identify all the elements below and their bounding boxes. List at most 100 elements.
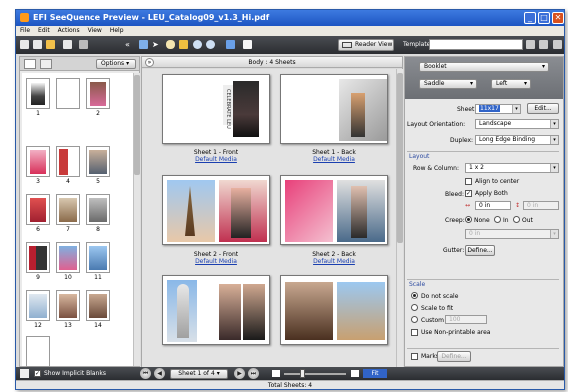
zoom-in-icon[interactable] <box>351 370 359 377</box>
last-page-icon[interactable]: ⏭ <box>248 368 259 379</box>
thumbnail-number: 10 <box>64 274 72 281</box>
maximize-button[interactable]: □ <box>538 12 550 24</box>
thumbnail-5[interactable] <box>86 146 110 177</box>
binding-dropdown[interactable]: Saddle <box>419 79 477 89</box>
media-link[interactable]: Default Media <box>161 258 271 265</box>
custom-scale-input[interactable]: 100 <box>445 315 487 324</box>
thumbnail-1[interactable] <box>26 78 50 109</box>
thumbnail-11[interactable] <box>86 242 110 273</box>
grid-view-icon[interactable] <box>24 59 36 69</box>
scroll-thumb[interactable] <box>397 73 403 243</box>
scroll-thumb[interactable] <box>134 75 140 175</box>
media-link[interactable]: Default Media <box>279 156 389 163</box>
folder-icon[interactable] <box>46 40 55 49</box>
thumbnail-4[interactable] <box>56 146 80 177</box>
creep-in-radio[interactable] <box>494 216 501 223</box>
zoom-out-icon[interactable] <box>206 40 215 49</box>
thumbnail-7[interactable] <box>56 194 80 225</box>
template-delete-icon[interactable] <box>553 40 562 49</box>
duplex-select[interactable]: Long Edge Binding ▾ <box>475 135 559 145</box>
thumbnail-2[interactable] <box>86 78 110 109</box>
next-page-icon[interactable]: ▶ <box>234 368 245 379</box>
sheet-2-back[interactable] <box>280 175 388 245</box>
media-link[interactable]: Default Media <box>279 258 389 265</box>
crop-icon[interactable] <box>179 40 188 49</box>
creep-value-select[interactable]: 0 in ▾ <box>465 229 559 239</box>
new-doc-icon[interactable] <box>20 40 29 49</box>
zoom-slider-track[interactable] <box>284 373 346 375</box>
sheet-scrollbar[interactable] <box>396 69 403 367</box>
creep-none-radio[interactable] <box>465 216 472 223</box>
minimize-button[interactable]: _ <box>524 12 536 24</box>
menu-view[interactable]: View <box>84 26 106 35</box>
cut-icon[interactable] <box>79 40 88 49</box>
zoom-select[interactable]: Fit <box>363 369 387 378</box>
thumbnail-9[interactable] <box>26 242 50 273</box>
template-save-icon[interactable] <box>539 40 548 49</box>
show-implicit-blanks-checkbox[interactable]: ✓ <box>34 370 41 377</box>
custom-scale-radio[interactable] <box>411 316 418 323</box>
first-page-icon[interactable]: ⏮ <box>140 368 151 379</box>
thumbnail-6[interactable] <box>26 194 50 225</box>
menu-help[interactable]: Help <box>106 26 128 35</box>
sheet-1-back[interactable] <box>280 74 388 144</box>
thumbnail-3[interactable] <box>26 146 50 177</box>
menu-file[interactable]: File <box>16 26 34 35</box>
thumbnail-photo <box>29 294 47 318</box>
bleed-horizontal-input[interactable]: 0 in <box>475 201 511 210</box>
menu-edit[interactable]: Edit <box>34 26 54 35</box>
page-icon[interactable] <box>20 369 29 378</box>
thumbnail-14[interactable] <box>86 290 110 321</box>
row-column-select[interactable]: 1 x 2 ▾ <box>465 163 559 173</box>
sheet-1-front[interactable]: CELEBRATE LEU <box>162 74 270 144</box>
thumbnail-8[interactable] <box>86 194 110 225</box>
mode-dropdown[interactable]: Booklet <box>419 62 549 72</box>
thumbnail-number: 4 <box>66 178 70 185</box>
thumbnail-blank[interactable] <box>56 78 80 109</box>
fit-icon[interactable] <box>226 40 235 49</box>
template-select[interactable] <box>429 39 523 50</box>
list-view-icon[interactable] <box>40 59 52 69</box>
page-view-icon[interactable] <box>243 40 252 49</box>
creep-out-radio[interactable] <box>513 216 520 223</box>
direction-dropdown[interactable]: Left <box>491 79 531 89</box>
marks-checkbox[interactable] <box>411 353 418 360</box>
print-icon[interactable] <box>63 40 72 49</box>
hand-icon[interactable] <box>166 40 175 49</box>
nonprintable-checkbox[interactable] <box>411 329 418 336</box>
open-icon[interactable] <box>33 40 42 49</box>
gutter-define-button[interactable]: Define... <box>465 245 495 256</box>
page-icon[interactable] <box>139 40 148 49</box>
sheet-select[interactable]: 11x17 ▾ <box>475 104 521 114</box>
thumbnail-blank[interactable] <box>26 336 50 367</box>
do-not-scale-radio[interactable] <box>411 292 418 299</box>
zoom-in-icon[interactable] <box>193 40 202 49</box>
sheet-2-front[interactable] <box>162 175 270 245</box>
sheet-edit-button[interactable]: Edit... <box>527 103 559 114</box>
scale-to-fit-radio[interactable] <box>411 304 418 311</box>
rewind-icon[interactable]: « <box>125 40 134 49</box>
sheet-3-front[interactable] <box>162 275 270 345</box>
zoom-slider-handle[interactable] <box>300 369 305 378</box>
bleed-vertical-input[interactable]: 0 in <box>523 201 559 210</box>
prev-page-icon[interactable]: ◀ <box>154 368 165 379</box>
thumbnail-13[interactable] <box>56 290 80 321</box>
align-center-checkbox[interactable] <box>465 178 472 185</box>
media-link[interactable]: Default Media <box>161 156 271 163</box>
options-button[interactable]: Options ▾ <box>96 59 136 69</box>
reader-view-button[interactable]: Reader View <box>338 39 394 51</box>
thumbnail-10[interactable] <box>56 242 80 273</box>
sheet-3-back[interactable] <box>280 275 388 345</box>
close-button[interactable]: ✕ <box>552 12 564 24</box>
pointer-icon[interactable]: ➤ <box>152 40 161 49</box>
thumbnail-scrollbar[interactable] <box>133 73 140 366</box>
page-indicator[interactable]: Sheet 1 of 4 ▾ <box>170 369 228 379</box>
marks-define-button[interactable]: Define... <box>437 351 471 362</box>
apply-both-checkbox[interactable]: ✓ <box>465 190 472 197</box>
menu-actions[interactable]: Actions <box>54 26 84 35</box>
collapse-icon[interactable]: » <box>145 58 154 67</box>
template-add-icon[interactable] <box>526 40 535 49</box>
zoom-out-icon[interactable] <box>272 370 280 377</box>
orientation-select[interactable]: Landscape ▾ <box>475 119 559 129</box>
thumbnail-12[interactable] <box>26 290 50 321</box>
